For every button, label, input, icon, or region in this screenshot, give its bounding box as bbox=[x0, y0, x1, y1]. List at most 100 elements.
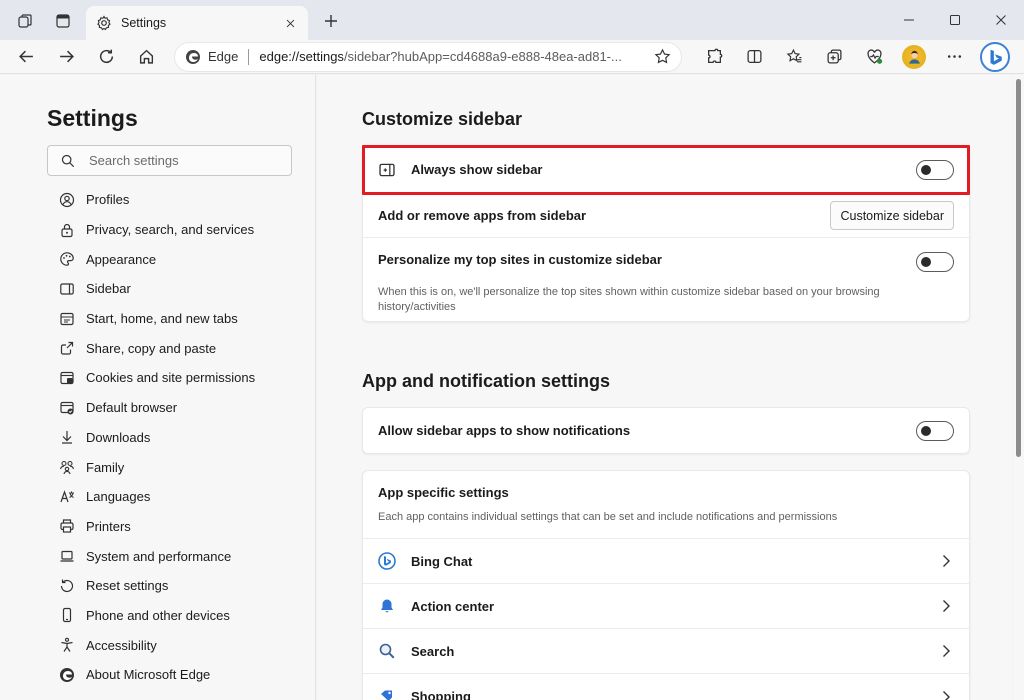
sidebar-item-languages[interactable]: Languages bbox=[47, 482, 307, 512]
new-tab-button[interactable] bbox=[316, 6, 346, 36]
sidebar-panel-icon bbox=[378, 161, 396, 179]
nav-label: About Microsoft Edge bbox=[86, 667, 211, 683]
home-tabs-icon bbox=[59, 311, 75, 327]
app-specific-title: App specific settings bbox=[378, 484, 509, 500]
chevron-right-icon bbox=[938, 689, 954, 700]
settings-title: Settings bbox=[47, 105, 138, 131]
profile-icon bbox=[59, 192, 75, 208]
sidebar-item-reset[interactable]: Reset settings bbox=[47, 571, 307, 601]
workspaces-button[interactable] bbox=[10, 6, 40, 36]
minimize-icon bbox=[904, 19, 914, 21]
split-screen-icon bbox=[746, 50, 762, 63]
nav-label: Sidebar bbox=[86, 281, 131, 297]
search-settings-box[interactable] bbox=[47, 145, 292, 176]
content-scrollbar[interactable] bbox=[1013, 75, 1024, 700]
search-icon bbox=[61, 154, 75, 167]
sidebar-item-profiles[interactable]: Profiles bbox=[47, 185, 307, 215]
url-path: /sidebar?hubApp=cd4688a9-e888-48ea-ad81-… bbox=[343, 49, 622, 64]
tab-settings[interactable]: Settings bbox=[86, 6, 308, 40]
nav-label: Cookies and site permissions bbox=[86, 370, 256, 386]
lock-icon bbox=[59, 222, 75, 238]
nav-label: Phone and other devices bbox=[86, 607, 230, 623]
family-icon bbox=[59, 459, 75, 475]
edge-logo-icon bbox=[185, 49, 201, 65]
back-button[interactable] bbox=[6, 41, 46, 73]
address-bar[interactable]: Edge edge://settings/sidebar?hubApp=cd46… bbox=[174, 41, 682, 72]
address-url[interactable]: edge://settings/sidebar?hubApp=cd4688a9-… bbox=[259, 49, 653, 64]
nav-label: Downloads bbox=[86, 429, 151, 445]
nav-label: Profiles bbox=[86, 192, 130, 208]
avatar bbox=[902, 44, 926, 69]
address-site-label: Edge bbox=[208, 49, 239, 64]
nav-label: Printers bbox=[86, 518, 131, 534]
favorites-icon bbox=[786, 48, 801, 63]
app-row-bing-chat[interactable]: Bing Chat bbox=[363, 539, 969, 584]
sidebar-item-share-copy[interactable]: Share, copy and paste bbox=[47, 333, 307, 363]
always-show-sidebar-toggle[interactable] bbox=[916, 159, 954, 180]
close-tab-icon[interactable] bbox=[282, 15, 298, 31]
personalize-top-sites-toggle[interactable] bbox=[916, 252, 954, 272]
nav-label: Languages bbox=[86, 489, 151, 505]
sidebar-item-about[interactable]: About Microsoft Edge bbox=[47, 660, 307, 690]
minimize-button[interactable] bbox=[886, 0, 932, 40]
sidebar-item-start-home[interactable]: Start, home, and new tabs bbox=[47, 304, 307, 334]
always-show-sidebar-label: Always show sidebar bbox=[411, 162, 543, 177]
palette-icon bbox=[59, 251, 75, 267]
split-screen-button[interactable] bbox=[734, 41, 774, 73]
favorites-button[interactable] bbox=[774, 41, 814, 73]
forward-button[interactable] bbox=[46, 41, 86, 73]
favorite-star-icon[interactable] bbox=[653, 48, 671, 66]
app-label: Bing Chat bbox=[411, 553, 473, 569]
close-window-button[interactable] bbox=[978, 0, 1024, 40]
home-button[interactable] bbox=[126, 41, 166, 73]
sidebar-item-default-browser[interactable]: Default browser bbox=[47, 393, 307, 423]
maximize-icon bbox=[950, 15, 960, 25]
sidebar-item-privacy[interactable]: Privacy, search, and services bbox=[47, 215, 307, 245]
refresh-icon bbox=[99, 49, 113, 64]
sidebar-item-accessibility[interactable]: Accessibility bbox=[47, 630, 307, 660]
app-specific-header: App specific settings Each app contains … bbox=[363, 471, 969, 539]
back-arrow-icon bbox=[18, 50, 33, 63]
search-settings-input[interactable] bbox=[89, 153, 279, 168]
notifications-card: Allow sidebar apps to show notifications bbox=[362, 407, 970, 454]
app-specific-card: App specific settings Each app contains … bbox=[362, 470, 970, 700]
sidebar-item-phone[interactable]: Phone and other devices bbox=[47, 601, 307, 631]
bell-icon bbox=[378, 597, 396, 615]
nav-label: Accessibility bbox=[86, 637, 157, 653]
sidebar-item-family[interactable]: Family bbox=[47, 452, 307, 482]
customize-sidebar-button[interactable]: Customize sidebar bbox=[830, 201, 954, 230]
bing-chat-icon bbox=[378, 552, 396, 570]
vertical-tabs-button[interactable] bbox=[48, 6, 78, 36]
refresh-button[interactable] bbox=[86, 41, 126, 73]
laptop-icon bbox=[59, 548, 75, 564]
app-row-search[interactable]: Search bbox=[363, 629, 969, 674]
app-row-shopping[interactable]: Shopping bbox=[363, 674, 969, 700]
sidebar-item-appearance[interactable]: Appearance bbox=[47, 244, 307, 274]
app-specific-description: Each app contains individual settings th… bbox=[378, 510, 838, 523]
browser-essentials-button[interactable] bbox=[854, 41, 894, 73]
chevron-right-icon bbox=[938, 643, 954, 659]
workspaces-icon bbox=[18, 14, 32, 28]
sidebar-icon bbox=[59, 281, 75, 297]
bing-copilot-button[interactable] bbox=[980, 41, 1010, 72]
customize-sidebar-heading: Customize sidebar bbox=[362, 109, 523, 129]
more-menu-button[interactable] bbox=[934, 41, 974, 73]
sidebar-item-printers[interactable]: Printers bbox=[47, 512, 307, 542]
language-icon bbox=[59, 489, 75, 505]
profile-button[interactable] bbox=[894, 41, 934, 73]
sidebar-item-downloads[interactable]: Downloads bbox=[47, 423, 307, 453]
app-label: Shopping bbox=[411, 689, 471, 700]
sidebar-item-cookies[interactable]: Cookies and site permissions bbox=[47, 363, 307, 393]
collections-button[interactable] bbox=[814, 41, 854, 73]
app-row-action-center[interactable]: Action center bbox=[363, 584, 969, 629]
sidebar-item-sidebar[interactable]: Sidebar bbox=[47, 274, 307, 304]
search-icon bbox=[378, 642, 396, 660]
settings-nav: Settings Profiles Privacy, search, and s… bbox=[0, 75, 316, 700]
sidebar-item-system[interactable]: System and performance bbox=[47, 541, 307, 571]
personalize-top-sites-label: Personalize my top sites in customize si… bbox=[378, 252, 662, 267]
allow-notifications-toggle[interactable] bbox=[916, 420, 954, 441]
maximize-button[interactable] bbox=[932, 0, 978, 40]
scrollbar-thumb[interactable] bbox=[1016, 79, 1021, 457]
extensions-button[interactable] bbox=[694, 41, 734, 73]
address-separator bbox=[248, 48, 250, 65]
